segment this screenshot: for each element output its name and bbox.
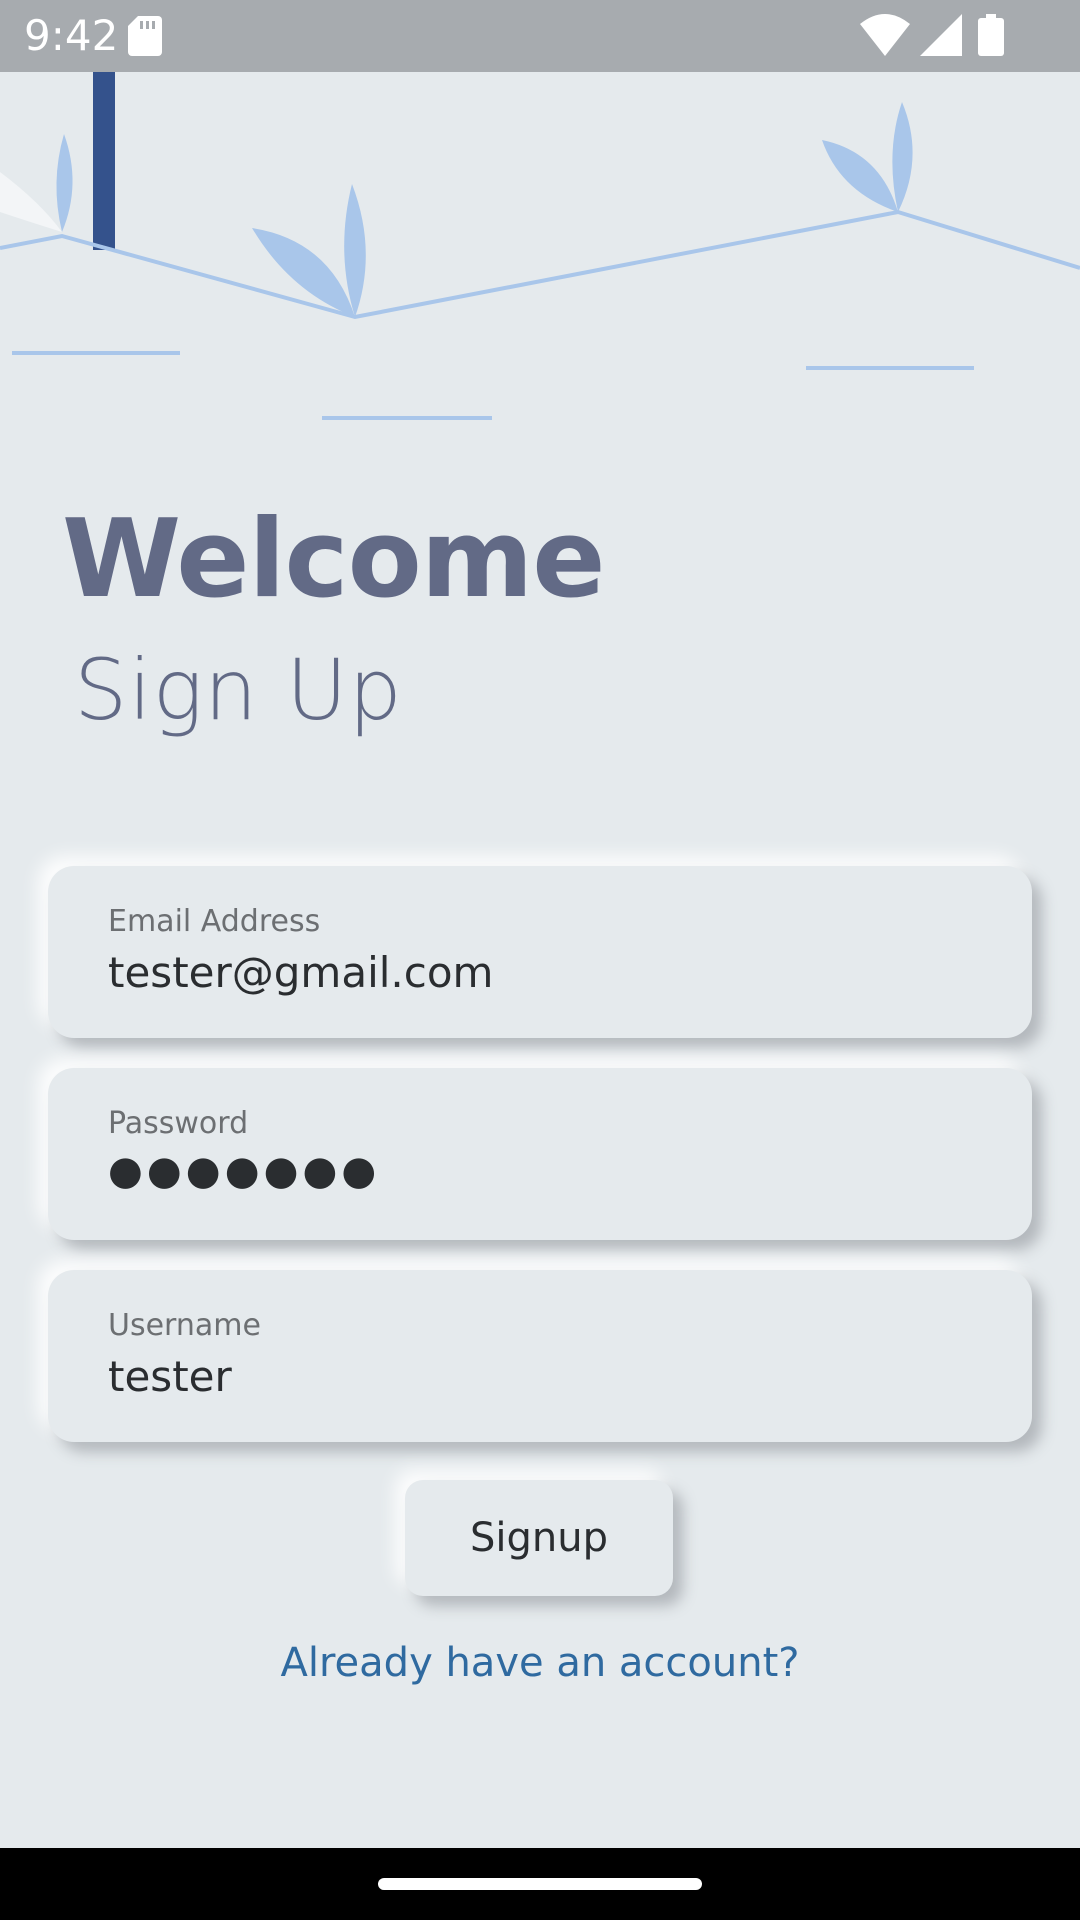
- password-input[interactable]: ●●●●●●●: [108, 1148, 380, 1194]
- email-input[interactable]: tester@gmail.com: [108, 948, 493, 997]
- leaf-shape: [344, 184, 366, 317]
- password-label: Password: [108, 1106, 249, 1141]
- page-title: Welcome: [62, 497, 606, 622]
- sd-card-icon: [128, 16, 162, 56]
- navigation-bar: [0, 1848, 1080, 1920]
- email-label: Email Address: [108, 904, 321, 939]
- username-input[interactable]: tester: [108, 1352, 232, 1401]
- pole-shape: [93, 72, 115, 250]
- wifi-icon: [860, 14, 910, 56]
- login-link[interactable]: Already have an account?: [0, 1640, 1080, 1686]
- page-subtitle: Sign Up: [74, 641, 403, 739]
- leaf-shape: [822, 140, 898, 212]
- string-line: [0, 209, 1080, 320]
- password-field[interactable]: Password ●●●●●●●: [48, 1068, 1032, 1240]
- leaf-shape: [56, 134, 73, 232]
- username-field[interactable]: Username tester: [48, 1270, 1032, 1442]
- status-bar: 9:42: [0, 0, 1080, 72]
- username-label: Username: [108, 1308, 261, 1343]
- status-icons: [860, 0, 1080, 72]
- header-illustration: [0, 72, 1080, 420]
- status-time: 9:42: [24, 11, 119, 60]
- battery-icon: [978, 14, 1004, 56]
- leaf-shape: [892, 102, 913, 212]
- email-field[interactable]: Email Address tester@gmail.com: [48, 866, 1032, 1038]
- home-indicator[interactable]: [378, 1878, 702, 1890]
- signal-icon: [920, 14, 962, 56]
- leaf-shape: [0, 172, 62, 232]
- signup-button[interactable]: Signup: [405, 1480, 673, 1596]
